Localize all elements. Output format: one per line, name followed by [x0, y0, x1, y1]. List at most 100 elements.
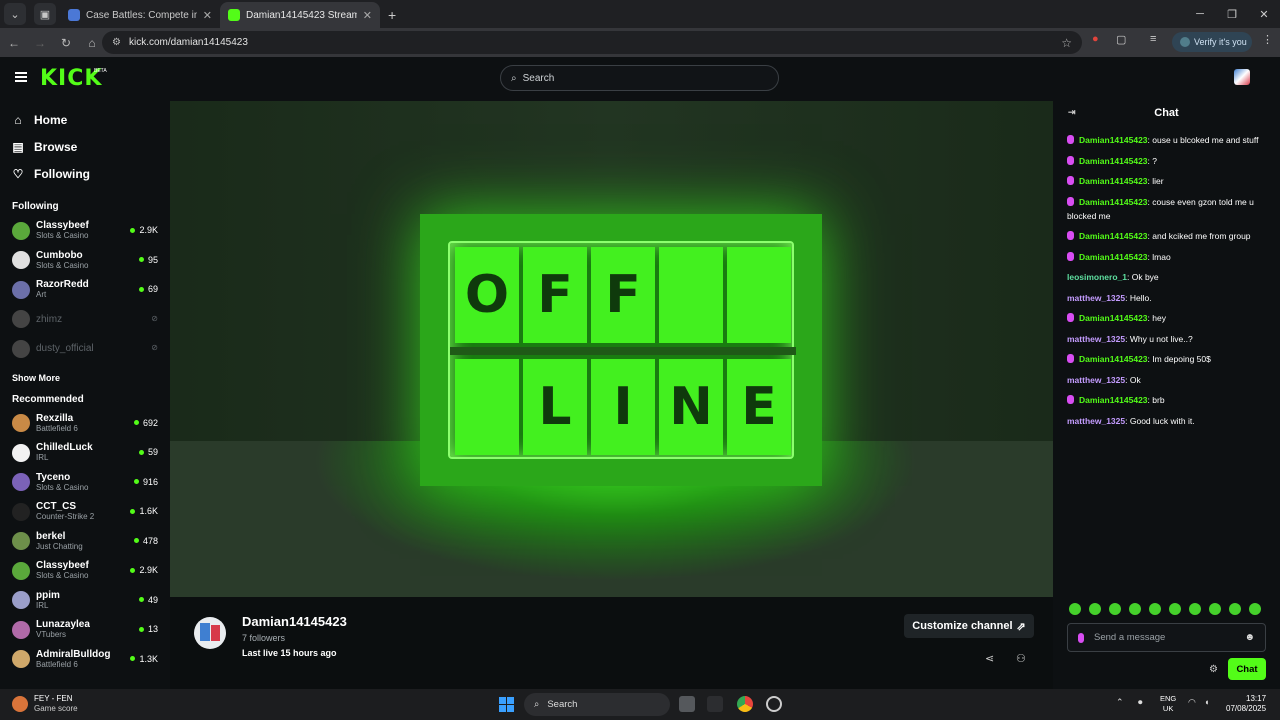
- sidebar-channel[interactable]: berkel Just Chatting 478: [0, 527, 170, 557]
- browser-tab-active[interactable]: Damian14145423 Stream - Wat ✕: [220, 2, 380, 28]
- taskbar-search[interactable]: ⌕ Search: [524, 693, 670, 716]
- sidebar-channel[interactable]: Tyceno Slots & Casino 916: [0, 468, 170, 498]
- tray-chevron-icon[interactable]: ⌃: [1116, 697, 1124, 708]
- sidebar-item-home[interactable]: ⌂ Home: [0, 106, 170, 133]
- windows-start-icon[interactable]: [499, 697, 514, 712]
- channel-avatar: [12, 473, 30, 492]
- extensions-puzzle-icon[interactable]: ▢: [1116, 33, 1126, 46]
- channel-avatar[interactable]: [194, 617, 226, 649]
- tab-close-icon[interactable]: ✕: [203, 9, 212, 22]
- browser-menu-icon[interactable]: ⋮: [1262, 33, 1273, 46]
- microphone-icon[interactable]: ⏺: [1138, 697, 1143, 708]
- forward-icon[interactable]: →: [28, 36, 52, 50]
- show-more-button[interactable]: Show More: [0, 368, 170, 388]
- language-indicator[interactable]: ENG UK: [1160, 694, 1176, 714]
- emote-icon[interactable]: [1189, 603, 1201, 615]
- collapse-chat-icon[interactable]: ⇥: [1068, 107, 1076, 118]
- chat-username[interactable]: Damian14145423: [1079, 176, 1148, 186]
- windows-taskbar: FEY - FEN Game score ⌕ Search ⌃ ⏺ ENG UK…: [0, 689, 1280, 720]
- send-chat-button[interactable]: Chat: [1228, 658, 1266, 680]
- reload-icon[interactable]: ↻: [54, 36, 78, 50]
- emoji-icon[interactable]: ☻: [1244, 632, 1255, 643]
- url-bar[interactable]: ⚙ kick.com/damian14145423 ☆: [102, 31, 1082, 54]
- chat-username[interactable]: Damian14145423: [1079, 197, 1148, 207]
- clock[interactable]: 13:17 07/08/2025: [1226, 694, 1266, 714]
- maximize-icon[interactable]: ❐: [1216, 0, 1248, 28]
- emote-icon[interactable]: [1149, 603, 1161, 615]
- tab-title: Case Battles: Compete in Myste: [86, 9, 197, 21]
- customize-channel-button[interactable]: Customize channel ⇗: [904, 614, 1034, 638]
- extension-icon[interactable]: ●: [1092, 33, 1099, 45]
- emote-icon[interactable]: [1169, 603, 1181, 615]
- chat-username[interactable]: Damian14145423: [1079, 231, 1148, 241]
- sidebar-channel[interactable]: RazorRedd Art 69: [0, 275, 170, 305]
- sidebar-channel[interactable]: CCT_CS Counter-Strike 2 1.6K: [0, 497, 170, 527]
- offline-board: OFF LINE: [448, 241, 796, 459]
- sidebar-channel[interactable]: AdmiralBulldog Battlefield 6 1.3K: [0, 645, 170, 675]
- share-icon[interactable]: ⋖: [985, 652, 994, 665]
- sidebar-channel[interactable]: dusty_official ⊘: [0, 334, 170, 364]
- chat-input[interactable]: Send a message ☻: [1067, 623, 1266, 652]
- video-player[interactable]: OFF LINE: [170, 101, 1053, 597]
- back-icon[interactable]: ←: [2, 36, 26, 50]
- chat-username[interactable]: Damian14145423: [1079, 252, 1148, 262]
- user-settings-icon[interactable]: ⚇: [1016, 652, 1026, 665]
- chat-username[interactable]: Damian14145423: [1079, 395, 1148, 405]
- emote-icon[interactable]: [1229, 603, 1241, 615]
- sidebar-channel[interactable]: Classybeef Slots & Casino 2.9K: [0, 556, 170, 586]
- chat-username[interactable]: Damian14145423: [1079, 313, 1148, 323]
- new-tab-button[interactable]: +: [388, 7, 396, 23]
- chat-username[interactable]: matthew_1325: [1067, 375, 1125, 385]
- sidebar-channel[interactable]: Classybeef Slots & Casino 2.9K: [0, 216, 170, 246]
- sidebar-channel[interactable]: Cumbobo Slots & Casino 95: [0, 246, 170, 276]
- chat-username[interactable]: matthew_1325: [1067, 334, 1125, 344]
- chat-username[interactable]: Damian14145423: [1079, 156, 1148, 166]
- sidebar-channel[interactable]: zhimz ⊘: [0, 305, 170, 335]
- verify-profile-button[interactable]: Verify it's you: [1172, 32, 1252, 52]
- chrome-icon[interactable]: [737, 696, 753, 712]
- browser-tab[interactable]: Case Battles: Compete in Myste ✕: [60, 2, 220, 28]
- user-avatar[interactable]: [1234, 69, 1250, 85]
- emote-icon[interactable]: [1209, 603, 1221, 615]
- emote-icon[interactable]: [1069, 603, 1081, 615]
- chat-username[interactable]: matthew_1325: [1067, 293, 1125, 303]
- sidebar-channel[interactable]: Rexzilla Battlefield 6 692: [0, 409, 170, 439]
- bookmark-star-icon[interactable]: ☆: [1061, 36, 1072, 50]
- tab-close-icon[interactable]: ✕: [363, 9, 372, 22]
- channel-category: Slots & Casino: [36, 571, 89, 581]
- viewer-count: 1.3K: [130, 654, 158, 664]
- reading-list-icon[interactable]: ≡: [1150, 33, 1156, 45]
- home-browser-icon[interactable]: ⌂: [80, 36, 104, 50]
- tab-group-button[interactable]: ▣: [34, 3, 56, 25]
- sidebar-item-following[interactable]: ♡ Following: [0, 160, 170, 187]
- channel-name[interactable]: Damian14145423: [242, 614, 347, 629]
- sidebar-item-browse[interactable]: ▤ Browse: [0, 133, 170, 160]
- search-input[interactable]: ⌕ Search: [500, 65, 779, 91]
- chat-settings-icon[interactable]: ⚙: [1209, 664, 1218, 675]
- emote-icon[interactable]: [1089, 603, 1101, 615]
- task-view-icon[interactable]: [679, 696, 695, 712]
- chat-message: matthew_1325: Hello.: [1067, 292, 1152, 303]
- sidebar-channel[interactable]: ppim IRL 49: [0, 586, 170, 616]
- chat-username[interactable]: matthew_1325: [1067, 416, 1125, 426]
- wifi-icon[interactable]: ◠: [1188, 697, 1196, 708]
- widgets-icon[interactable]: [707, 696, 723, 712]
- tab-search-button[interactable]: ⌄: [4, 3, 26, 25]
- emote-icon[interactable]: [1109, 603, 1121, 615]
- site-info-icon[interactable]: ⚙: [112, 37, 121, 48]
- minimize-icon[interactable]: ─: [1184, 0, 1216, 28]
- viewer-count: 2.9K: [130, 565, 158, 575]
- emote-icon[interactable]: [1249, 603, 1261, 615]
- volume-icon[interactable]: ◖: [1204, 697, 1209, 707]
- chat-username[interactable]: Damian14145423: [1079, 135, 1148, 145]
- chat-username[interactable]: Damian14145423: [1079, 354, 1148, 364]
- chat-username[interactable]: leosimonero_1: [1067, 272, 1127, 282]
- sidebar-channel[interactable]: Lunazaylea VTubers 13: [0, 615, 170, 645]
- sidebar-channel[interactable]: ChilledLuck IRL 59: [0, 438, 170, 468]
- widgets-button[interactable]: FEY - FEN Game score: [12, 694, 78, 714]
- close-window-icon[interactable]: ✕: [1248, 0, 1280, 28]
- emote-icon[interactable]: [1129, 603, 1141, 615]
- app-icon[interactable]: [766, 696, 782, 712]
- chat-message: Damian14145423: lmao: [1067, 250, 1266, 264]
- menu-icon[interactable]: [15, 72, 27, 82]
